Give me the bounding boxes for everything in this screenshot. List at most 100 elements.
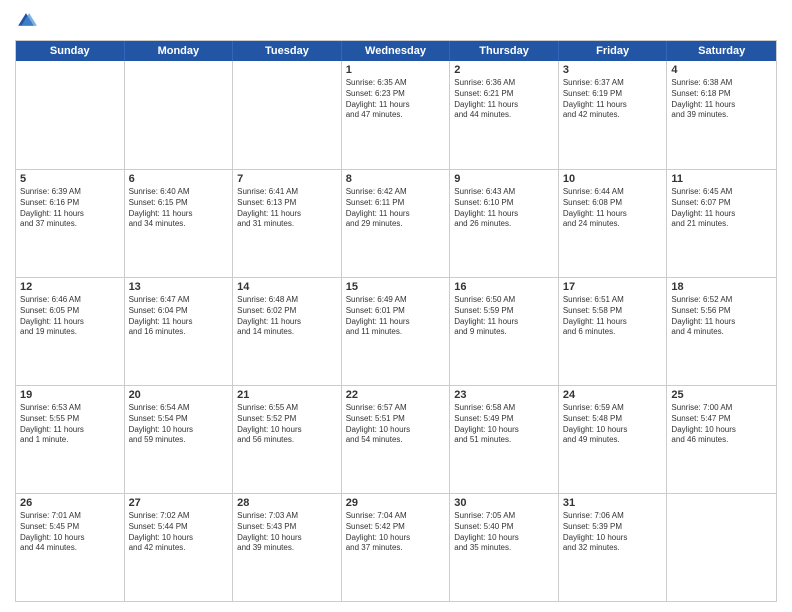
day-number: 6 (129, 173, 229, 185)
calendar-cell: 14 Sunrise: 6:48 AM Sunset: 6:02 PM Dayli… (233, 278, 342, 385)
header-day-wednesday: Wednesday (342, 41, 451, 61)
cell-info: Sunrise: 7:01 AM Sunset: 5:45 PM Dayligh… (20, 511, 120, 554)
cell-info: Sunrise: 7:04 AM Sunset: 5:42 PM Dayligh… (346, 511, 446, 554)
calendar-row-2: 5Sunrise: 6:39 AM Sunset: 6:16 PM Daylig… (16, 169, 776, 277)
cell-info: Sunrise: 6:36 AM Sunset: 6:21 PM Dayligh… (454, 78, 554, 121)
cell-info: Sunrise: 7:00 AM Sunset: 5:47 PM Dayligh… (671, 403, 772, 446)
header-day-friday: Friday (559, 41, 668, 61)
logo (15, 10, 41, 32)
calendar-cell (125, 61, 234, 169)
day-number: 17 (563, 281, 663, 293)
day-number: 24 (563, 389, 663, 401)
calendar-cell: 16Sunrise: 6:50 AM Sunset: 5:59 PM Dayli… (450, 278, 559, 385)
cell-info: Sunrise: 6:57 AM Sunset: 5:51 PM Dayligh… (346, 403, 446, 446)
cell-info: Sunrise: 6:35 AM Sunset: 6:23 PM Dayligh… (346, 78, 446, 121)
calendar-row-4: 19Sunrise: 6:53 AM Sunset: 5:55 PM Dayli… (16, 385, 776, 493)
page: SundayMondayTuesdayWednesdayThursdayFrid… (0, 0, 792, 612)
calendar-cell: 20 Sunrise: 6:54 AM Sunset: 5:54 PM Dayli… (125, 386, 234, 493)
calendar-cell: 23Sunrise: 6:58 AM Sunset: 5:49 PM Dayli… (450, 386, 559, 493)
day-number: 26 (20, 497, 120, 509)
cell-info: Sunrise: 6:48 AM Sunset: 6:02 PM Dayligh… (237, 295, 337, 338)
cell-info: Sunrise: 6:43 AM Sunset: 6:10 PM Dayligh… (454, 187, 554, 230)
cell-info: Sunrise: 6:58 AM Sunset: 5:49 PM Dayligh… (454, 403, 554, 446)
cell-info: Sunrise: 6:51 AM Sunset: 5:58 PM Dayligh… (563, 295, 663, 338)
day-number: 29 (346, 497, 446, 509)
cell-info: Sunrise: 6:47 AM Sunset: 6:04 PM Dayligh… (129, 295, 229, 338)
cell-info: Sunrise: 7:02 AM Sunset: 5:44 PM Dayligh… (129, 511, 229, 554)
cell-info: Sunrise: 6:41 AM Sunset: 6:13 PM Dayligh… (237, 187, 337, 230)
cell-info: Sunrise: 6:40 AM Sunset: 6:15 PM Dayligh… (129, 187, 229, 230)
day-number: 22 (346, 389, 446, 401)
calendar-cell: 31 Sunrise: 7:06 AM Sunset: 5:39 PM Dayli… (559, 494, 668, 601)
header-day-monday: Monday (125, 41, 234, 61)
calendar-cell: 3 Sunrise: 6:37 AM Sunset: 6:19 PM Daylig… (559, 61, 668, 169)
header-day-thursday: Thursday (450, 41, 559, 61)
day-number: 30 (454, 497, 554, 509)
cell-info: Sunrise: 6:54 AM Sunset: 5:54 PM Dayligh… (129, 403, 229, 446)
calendar-cell: 4Sunrise: 6:38 AM Sunset: 6:18 PM Daylig… (667, 61, 776, 169)
calendar-cell: 28Sunrise: 7:03 AM Sunset: 5:43 PM Dayli… (233, 494, 342, 601)
calendar-cell: 10Sunrise: 6:44 AM Sunset: 6:08 PM Dayli… (559, 170, 668, 277)
day-number: 1 (346, 64, 446, 76)
day-number: 21 (237, 389, 337, 401)
header (15, 10, 777, 32)
day-number: 10 (563, 173, 663, 185)
calendar-cell: 13 Sunrise: 6:47 AM Sunset: 6:04 PM Dayli… (125, 278, 234, 385)
cell-info: Sunrise: 6:42 AM Sunset: 6:11 PM Dayligh… (346, 187, 446, 230)
day-number: 8 (346, 173, 446, 185)
calendar-cell: 18 Sunrise: 6:52 AM Sunset: 5:56 PM Dayli… (667, 278, 776, 385)
header-day-saturday: Saturday (667, 41, 776, 61)
day-number: 9 (454, 173, 554, 185)
calendar-cell: 2Sunrise: 6:36 AM Sunset: 6:21 PM Daylig… (450, 61, 559, 169)
day-number: 5 (20, 173, 120, 185)
day-number: 14 (237, 281, 337, 293)
cell-info: Sunrise: 6:52 AM Sunset: 5:56 PM Dayligh… (671, 295, 772, 338)
cell-info: Sunrise: 6:37 AM Sunset: 6:19 PM Dayligh… (563, 78, 663, 121)
day-number: 27 (129, 497, 229, 509)
calendar-row-5: 26 Sunrise: 7:01 AM Sunset: 5:45 PM Dayli… (16, 493, 776, 601)
calendar-body: 1 Sunrise: 6:35 AM Sunset: 6:23 PM Daylig… (16, 61, 776, 601)
day-number: 15 (346, 281, 446, 293)
calendar-cell (16, 61, 125, 169)
cell-info: Sunrise: 7:05 AM Sunset: 5:40 PM Dayligh… (454, 511, 554, 554)
cell-info: Sunrise: 6:59 AM Sunset: 5:48 PM Dayligh… (563, 403, 663, 446)
calendar-row-3: 12 Sunrise: 6:46 AM Sunset: 6:05 PM Dayli… (16, 277, 776, 385)
day-number: 25 (671, 389, 772, 401)
logo-icon (15, 10, 37, 32)
cell-info: Sunrise: 7:06 AM Sunset: 5:39 PM Dayligh… (563, 511, 663, 554)
calendar-cell: 17 Sunrise: 6:51 AM Sunset: 5:58 PM Dayli… (559, 278, 668, 385)
day-number: 7 (237, 173, 337, 185)
calendar-cell (233, 61, 342, 169)
day-number: 31 (563, 497, 663, 509)
day-number: 20 (129, 389, 229, 401)
calendar-cell: 22 Sunrise: 6:57 AM Sunset: 5:51 PM Dayli… (342, 386, 451, 493)
calendar-cell: 1 Sunrise: 6:35 AM Sunset: 6:23 PM Daylig… (342, 61, 451, 169)
cell-info: Sunrise: 6:55 AM Sunset: 5:52 PM Dayligh… (237, 403, 337, 446)
calendar-cell: 11Sunrise: 6:45 AM Sunset: 6:07 PM Dayli… (667, 170, 776, 277)
calendar-cell: 19Sunrise: 6:53 AM Sunset: 5:55 PM Dayli… (16, 386, 125, 493)
cell-info: Sunrise: 6:53 AM Sunset: 5:55 PM Dayligh… (20, 403, 120, 446)
calendar-cell: 30 Sunrise: 7:05 AM Sunset: 5:40 PM Dayli… (450, 494, 559, 601)
header-day-tuesday: Tuesday (233, 41, 342, 61)
calendar-cell: 7 Sunrise: 6:41 AM Sunset: 6:13 PM Daylig… (233, 170, 342, 277)
day-number: 18 (671, 281, 772, 293)
cell-info: Sunrise: 6:45 AM Sunset: 6:07 PM Dayligh… (671, 187, 772, 230)
cell-info: Sunrise: 6:50 AM Sunset: 5:59 PM Dayligh… (454, 295, 554, 338)
calendar-cell: 8 Sunrise: 6:42 AM Sunset: 6:11 PM Daylig… (342, 170, 451, 277)
day-number: 3 (563, 64, 663, 76)
calendar-cell: 6 Sunrise: 6:40 AM Sunset: 6:15 PM Daylig… (125, 170, 234, 277)
calendar-cell: 27 Sunrise: 7:02 AM Sunset: 5:44 PM Dayli… (125, 494, 234, 601)
calendar-cell (667, 494, 776, 601)
day-number: 12 (20, 281, 120, 293)
calendar-header: SundayMondayTuesdayWednesdayThursdayFrid… (16, 41, 776, 61)
calendar-cell: 9 Sunrise: 6:43 AM Sunset: 6:10 PM Daylig… (450, 170, 559, 277)
cell-info: Sunrise: 7:03 AM Sunset: 5:43 PM Dayligh… (237, 511, 337, 554)
calendar-cell: 25 Sunrise: 7:00 AM Sunset: 5:47 PM Dayli… (667, 386, 776, 493)
cell-info: Sunrise: 6:46 AM Sunset: 6:05 PM Dayligh… (20, 295, 120, 338)
day-number: 13 (129, 281, 229, 293)
calendar-cell: 26 Sunrise: 7:01 AM Sunset: 5:45 PM Dayli… (16, 494, 125, 601)
calendar-row-1: 1 Sunrise: 6:35 AM Sunset: 6:23 PM Daylig… (16, 61, 776, 169)
day-number: 4 (671, 64, 772, 76)
calendar-cell: 12 Sunrise: 6:46 AM Sunset: 6:05 PM Dayli… (16, 278, 125, 385)
calendar-cell: 5Sunrise: 6:39 AM Sunset: 6:16 PM Daylig… (16, 170, 125, 277)
